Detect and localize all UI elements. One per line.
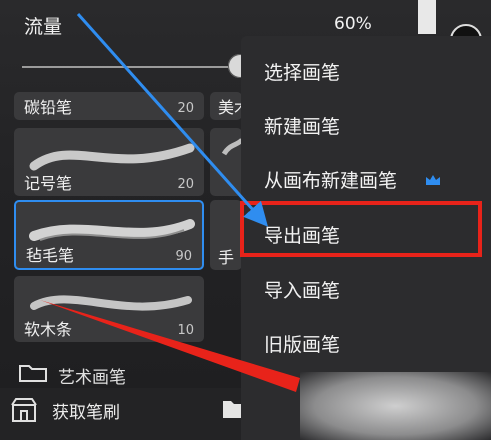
menu-item-legacy-brush[interactable]: 旧版画笔 [241, 318, 491, 368]
brush-tile-cork[interactable]: 软木条 10 [14, 276, 204, 342]
menu-item-label: 旧版画笔 [264, 334, 341, 356]
menu-item-label: 导入画笔 [264, 280, 341, 302]
brush-stroke-preview [221, 138, 242, 156]
crown-icon [426, 175, 440, 185]
folder-icon [19, 365, 47, 382]
brush-size: 10 [177, 323, 194, 338]
menu-item-label: 选择画笔 [264, 62, 341, 84]
menu-item-label: 新建画笔 [264, 116, 341, 138]
brush-tile-felt-pen[interactable]: 毡毛笔 90 [14, 200, 204, 270]
brush-size: 20 [177, 101, 194, 116]
brush-name: 手 [218, 248, 235, 267]
menu-item-new-brush[interactable]: 新建画笔 [241, 100, 491, 150]
highlight-box [240, 201, 482, 257]
brush-name: 毡毛笔 [26, 246, 75, 265]
brush-name: 软木条 [24, 320, 73, 339]
brush-tile-partial[interactable] [210, 128, 242, 196]
get-brushes-button[interactable]: 获取笔刷 [52, 398, 120, 423]
flow-label: 流量 [24, 16, 63, 38]
brush-name: 碳铅笔 [24, 98, 73, 117]
brush-size: 20 [177, 177, 194, 192]
color-swatch-partial[interactable] [418, 0, 436, 34]
brush-name: 记号笔 [24, 174, 73, 193]
menu-item-import-brush[interactable]: 导入画笔 [241, 264, 491, 314]
flow-slider[interactable] [22, 66, 242, 68]
menu-item-label: 从画布新建画笔 [264, 170, 398, 192]
flow-value: 60% [334, 14, 372, 34]
brush-size: 90 [175, 249, 192, 264]
watermark [300, 372, 491, 440]
folder-label: 艺术画笔 [58, 368, 126, 388]
brush-name: 美术 [218, 98, 242, 117]
brush-tile-art[interactable]: 美术 [210, 92, 242, 120]
menu-item-new-from-canvas[interactable]: 从画布新建画笔 [241, 154, 491, 204]
menu-item-select-brush[interactable]: 选择画笔 [241, 46, 491, 96]
brush-tile-hand[interactable]: 手 [210, 200, 242, 270]
brush-tile-marker[interactable]: 记号笔 20 [14, 128, 204, 196]
store-icon [11, 398, 37, 422]
brush-tile-pencil[interactable]: 碳铅笔 20 [14, 92, 204, 120]
